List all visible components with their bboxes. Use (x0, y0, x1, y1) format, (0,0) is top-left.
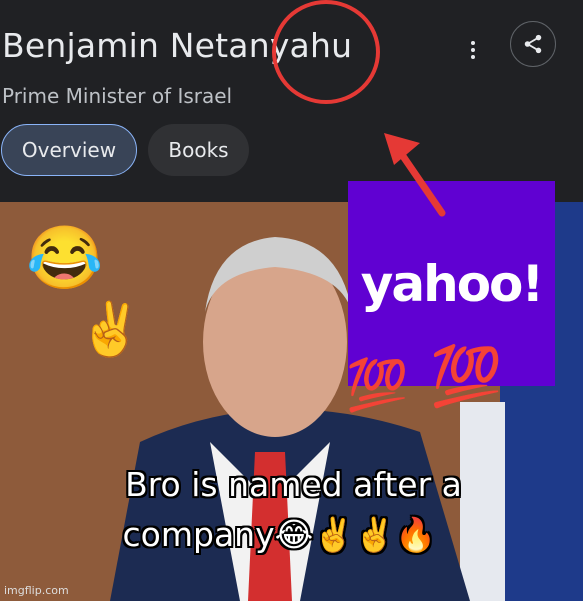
watermark: imgflip.com (4, 584, 69, 597)
highlight-circle (272, 0, 380, 104)
tab-overview-label: Overview (21, 138, 117, 162)
hundred-emoji-2: 💯 (430, 344, 503, 409)
share-button[interactable] (510, 21, 556, 67)
red-arrow-icon (384, 133, 446, 217)
more-vert-icon[interactable] (464, 38, 482, 64)
tab-books-label: Books (168, 138, 229, 162)
caption-line-2: company😂✌️✌️🔥 (122, 515, 437, 554)
page-subtitle: Prime Minister of Israel (2, 84, 233, 108)
tab-books[interactable]: Books (148, 124, 249, 176)
yahoo-logo-text: yahoo! (360, 254, 544, 313)
laughing-emoji: 😂 (26, 224, 104, 293)
hundred-emoji: 💯 (346, 357, 409, 413)
caption-line-1: Bro is named after a (125, 465, 462, 504)
victory-hand-emoji: ✌️ (78, 301, 143, 359)
share-icon (524, 34, 542, 54)
tab-overview[interactable]: Overview (1, 124, 137, 176)
